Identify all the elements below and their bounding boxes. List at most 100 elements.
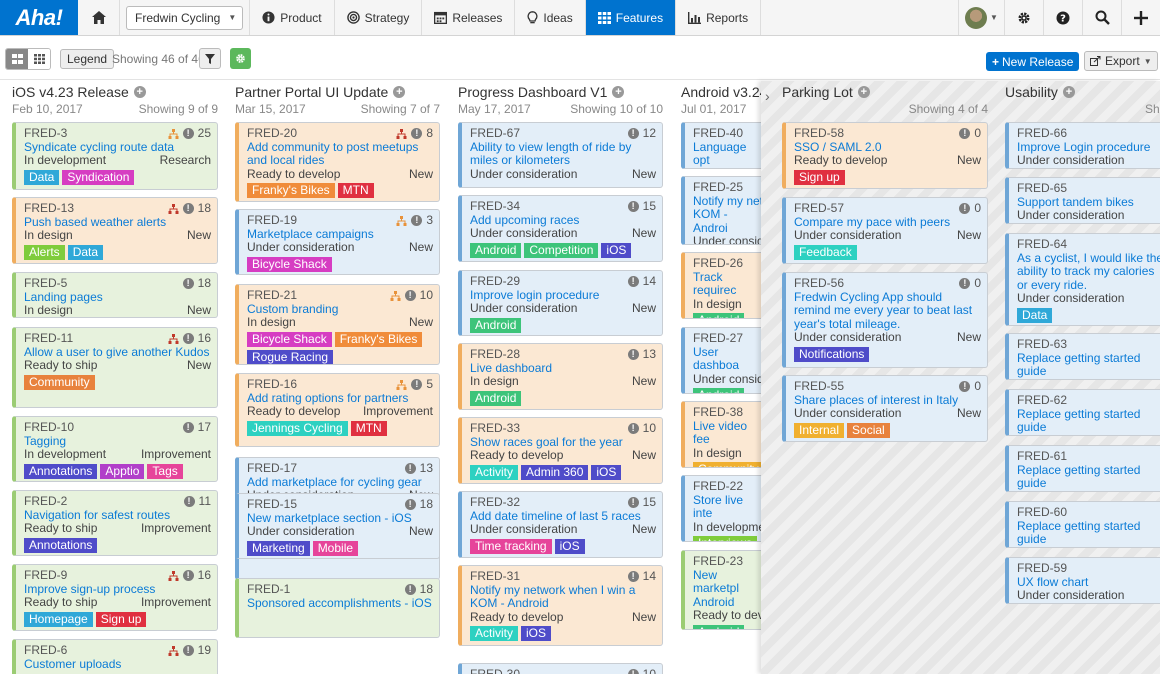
feature-card[interactable]: FRED-56! 0 Fredwin Cycling App should remi… bbox=[782, 272, 988, 368]
feature-name[interactable]: Improve Login procedure bbox=[1017, 140, 1160, 155]
tag-badge[interactable]: Android bbox=[470, 390, 522, 406]
search-button[interactable] bbox=[1082, 0, 1121, 35]
feature-name[interactable]: Landing pages bbox=[24, 290, 211, 305]
feature-name[interactable]: Add date timeline of last 5 races bbox=[470, 509, 656, 524]
feature-name[interactable]: Add rating options for partners bbox=[247, 391, 433, 406]
tag-badge[interactable]: Social bbox=[847, 422, 890, 438]
feature-card[interactable]: FRED-59 UX flow chart Under consideration bbox=[1005, 557, 1160, 604]
feature-name[interactable]: Live dashboard bbox=[470, 361, 656, 376]
tag-badge[interactable]: Android bbox=[693, 624, 745, 629]
feature-name[interactable]: Show races goal for the year bbox=[470, 435, 656, 450]
tag-badge[interactable]: Feedback bbox=[794, 244, 857, 260]
tag-badge[interactable]: Community bbox=[24, 374, 95, 390]
export-button[interactable]: Export ▼ bbox=[1084, 51, 1158, 71]
feature-card[interactable]: FRED-27User dashboaUnder consid Android bbox=[681, 327, 771, 394]
tag-badge[interactable]: iOS bbox=[601, 242, 632, 258]
feature-name[interactable]: Add marketplace for cycling gear bbox=[247, 475, 433, 490]
nav-product[interactable]: Product bbox=[250, 0, 335, 35]
feature-name[interactable]: UX flow chart bbox=[1017, 575, 1160, 590]
legend-button[interactable]: Legend bbox=[60, 49, 115, 69]
feature-name[interactable]: Sponsored accomplishments - iOS bbox=[247, 596, 433, 611]
tag-badge[interactable]: Apptio bbox=[100, 463, 145, 479]
tag-badge[interactable]: Rogue Racing bbox=[247, 349, 334, 364]
feature-card[interactable]: FRED-6! 19 Customer uploads bbox=[12, 639, 218, 674]
feature-name[interactable]: Share places of interest in Italy bbox=[794, 393, 981, 408]
add-feature-icon[interactable]: + bbox=[133, 86, 146, 98]
feature-name[interactable]: Replace getting started guide bbox=[1017, 407, 1160, 435]
tag-badge[interactable]: Admin 360 bbox=[521, 464, 589, 480]
feature-card[interactable]: FRED-25 Notify my net KOM - Androi Under c… bbox=[681, 176, 771, 245]
card-view-button[interactable] bbox=[6, 49, 28, 69]
tag-badge[interactable]: iOS bbox=[554, 538, 585, 554]
tag-badge[interactable]: Franky's Bikes bbox=[247, 183, 335, 198]
feature-card[interactable]: FRED-34! 15 Add upcoming races Under consid… bbox=[458, 195, 663, 262]
feature-card[interactable]: FRED-23 New marketpl Android Ready to deve… bbox=[681, 550, 771, 630]
feature-card[interactable]: FRED-21! 10 Custom branding In design New Bic… bbox=[235, 284, 440, 365]
feature-card[interactable]: FRED-57! 0 Compare my pace with peers Under… bbox=[782, 197, 988, 264]
feature-card[interactable]: FRED-65 Support tandem bikes Under conside… bbox=[1005, 177, 1160, 224]
feature-card[interactable]: FRED-67! 12 Ability to view length of ride… bbox=[458, 122, 663, 188]
workspace-select[interactable]: Fredwin Cycling ▼ bbox=[126, 5, 244, 30]
feature-name[interactable]: Add community to post meetups and local … bbox=[247, 140, 433, 168]
tag-badge[interactable]: Sign up bbox=[794, 169, 845, 185]
feature-card[interactable]: FRED-31! 14 Notify my network when I win a… bbox=[458, 565, 663, 646]
nav-features[interactable]: Features bbox=[585, 0, 677, 35]
tag-badge[interactable]: Android bbox=[693, 313, 745, 318]
tag-badge[interactable]: Notifications bbox=[794, 346, 870, 362]
tag-badge[interactable]: Internal bbox=[794, 422, 845, 438]
tag-badge[interactable]: Bicycle Shack bbox=[247, 331, 332, 347]
filter-button[interactable] bbox=[199, 48, 221, 69]
tag-badge[interactable]: Annotations bbox=[24, 463, 98, 479]
aha-logo[interactable]: Aha! bbox=[0, 0, 78, 35]
feature-name[interactable]: Fredwin Cycling App should remind me eve… bbox=[794, 290, 981, 332]
tag-badge[interactable]: Community bbox=[693, 462, 764, 467]
feature-card[interactable]: FRED-62Replace getting started guideUnde… bbox=[1005, 389, 1160, 436]
tag-badge[interactable]: Activity bbox=[470, 464, 519, 480]
feature-name[interactable]: Support tandem bikes bbox=[1017, 195, 1160, 210]
nav-ideas[interactable]: Ideas bbox=[515, 0, 586, 35]
nav-reports[interactable]: Reports bbox=[676, 0, 762, 35]
feature-name[interactable]: Replace getting started guide bbox=[1017, 463, 1160, 491]
tag-badge[interactable]: Sign up bbox=[95, 611, 147, 627]
chevron-right-icon[interactable]: › bbox=[765, 88, 770, 104]
feature-name[interactable]: New marketpl Android bbox=[693, 568, 764, 610]
column-title[interactable]: Usability + bbox=[1005, 84, 1075, 100]
feature-card[interactable]: FRED-60Replace getting started guideUnde… bbox=[1005, 501, 1160, 548]
tag-badge[interactable]: iOS bbox=[521, 626, 552, 641]
tag-badge[interactable]: iOS bbox=[591, 464, 622, 480]
tag-badge[interactable]: Annotations bbox=[24, 537, 98, 553]
feature-name[interactable]: New marketplace section - iOS bbox=[247, 511, 433, 526]
tag-badge[interactable]: Android bbox=[470, 317, 522, 333]
feature-card[interactable]: FRED-10! 17 Tagging In development Improveme… bbox=[12, 416, 218, 482]
nav-releases[interactable]: Releases bbox=[422, 0, 516, 35]
feature-name[interactable]: Notify my network when I win a KOM - And… bbox=[470, 583, 656, 611]
feature-card[interactable]: FRED-22Store live inteIn developme Interv… bbox=[681, 475, 771, 542]
feature-name[interactable]: Replace getting started guide bbox=[1017, 519, 1160, 547]
feature-name[interactable]: Syndicate cycling route data bbox=[24, 140, 211, 155]
feature-card[interactable]: FRED-16! 5 Add rating options for partners… bbox=[235, 373, 440, 447]
feature-name[interactable]: SSO / SAML 2.0 bbox=[794, 140, 981, 155]
new-release-button[interactable]: + New Release bbox=[986, 52, 1080, 71]
feature-name[interactable]: Live video fee bbox=[693, 419, 764, 447]
feature-card[interactable]: FRED-29! 14 Improve login procedure Under c… bbox=[458, 270, 663, 336]
feature-name[interactable]: Store live inte bbox=[693, 493, 764, 521]
add-feature-icon[interactable]: + bbox=[612, 86, 625, 98]
feature-name[interactable]: Navigation for safest routes bbox=[24, 508, 211, 523]
feature-card[interactable]: FRED-26Track requirecIn design AndroidSa bbox=[681, 252, 771, 319]
feature-card[interactable]: FRED-66 Improve Login procedure Under cons… bbox=[1005, 122, 1160, 169]
feature-name[interactable]: User dashboa bbox=[693, 345, 764, 373]
feature-card[interactable]: FRED-38Live video feeIn design Community bbox=[681, 401, 771, 468]
add-feature-icon[interactable]: + bbox=[393, 86, 406, 98]
tag-badge[interactable]: Data bbox=[1017, 307, 1053, 323]
feature-card[interactable]: FRED-55! 0 Share places of interest in Ita… bbox=[782, 375, 988, 442]
feature-name[interactable]: Improve sign-up process bbox=[24, 582, 211, 597]
feature-name[interactable]: Ability to view length of ride by miles … bbox=[470, 140, 656, 168]
feature-name[interactable]: Custom branding bbox=[247, 302, 433, 317]
tag-badge[interactable]: Jennings Cycling bbox=[247, 275, 348, 276]
feature-card[interactable]: FRED-32! 15 Add date timeline of last 5 ra… bbox=[458, 491, 663, 558]
feature-name[interactable]: Marketplace campaigns bbox=[247, 227, 433, 242]
nav-strategy[interactable]: Strategy bbox=[335, 0, 423, 35]
tag-badge[interactable]: Mobile bbox=[312, 540, 359, 556]
feature-name[interactable]: Customer uploads bbox=[24, 657, 211, 672]
feature-name[interactable]: Replace getting started guide bbox=[1017, 351, 1160, 379]
